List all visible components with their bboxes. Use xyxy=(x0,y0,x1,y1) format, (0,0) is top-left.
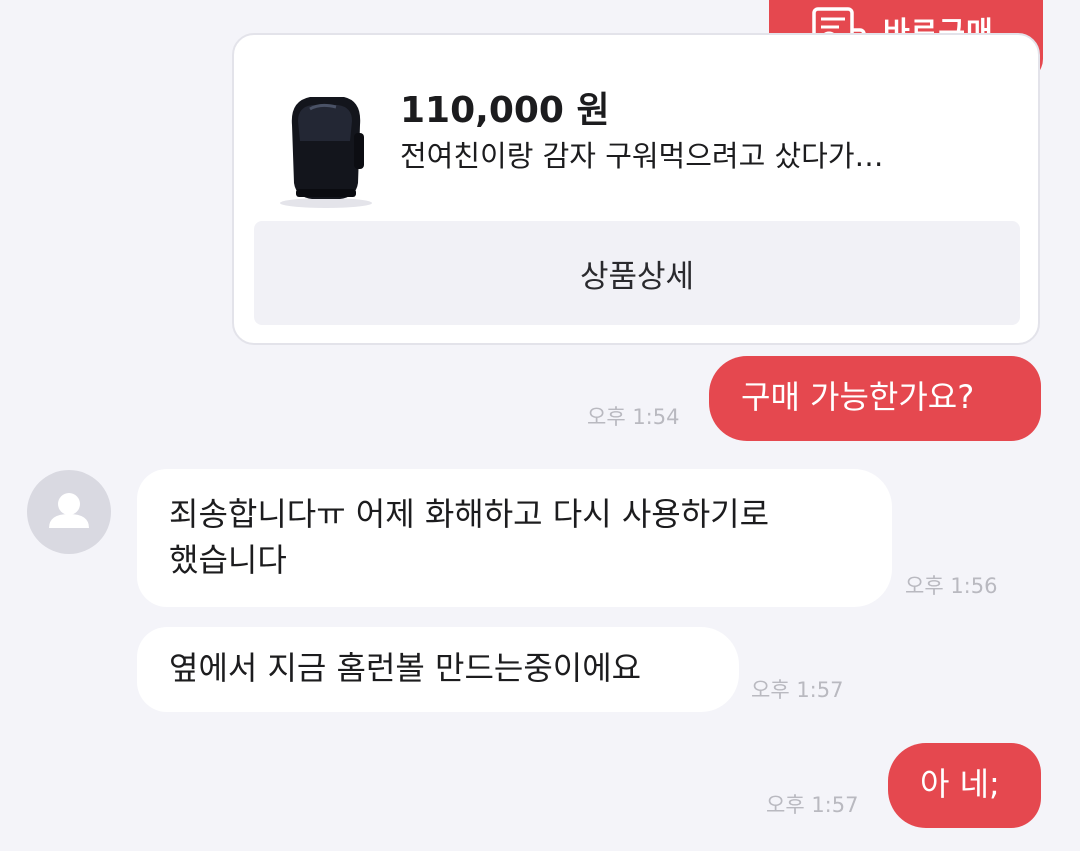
message-time: 오후 1:54 xyxy=(587,405,680,429)
message-text-line: 했습니다 xyxy=(169,541,287,579)
user-placeholder-icon xyxy=(49,493,89,528)
message-bubble-other[interactable]: 죄송합니다ㅠ 어제 화해하고 다시 사용하기로 했습니다 xyxy=(137,469,892,607)
product-detail-label: 상품상세 xyxy=(579,258,695,295)
message-text: 옆에서 지금 홈런볼 만드는중이에요 xyxy=(169,649,642,687)
message-bubble-other[interactable]: 옆에서 지금 홈런볼 만드는중이에요 xyxy=(137,627,739,712)
message-text: 구매 가능한가요? xyxy=(741,378,975,416)
message-bubble-mine[interactable]: 아 네; xyxy=(888,743,1041,828)
message-time: 오후 1:57 xyxy=(766,793,859,817)
product-price: 110,000 원 xyxy=(400,90,610,131)
message-text-line: 죄송합니다ㅠ 어제 화해하고 다시 사용하기로 xyxy=(169,495,770,533)
product-detail-button[interactable]: 상품상세 xyxy=(254,221,1020,325)
message-time: 오후 1:56 xyxy=(905,574,998,598)
product-title: 전여친이랑 감자 구워먹으려고 샀다가… xyxy=(400,139,884,173)
message-text: 아 네; xyxy=(920,765,1000,803)
chat-view: ₩ 바로구매 110,000 원 전여친이랑 감자 구워먹으려고 샀다가… 상품… xyxy=(0,0,1080,851)
product-card[interactable]: 110,000 원 전여친이랑 감자 구워먹으려고 샀다가… 상품상세 xyxy=(232,33,1040,345)
avatar[interactable] xyxy=(27,470,111,554)
message-bubble-mine[interactable]: 구매 가능한가요? xyxy=(709,356,1041,441)
message-time: 오후 1:57 xyxy=(751,678,844,702)
air-fryer-product-image xyxy=(280,97,372,208)
